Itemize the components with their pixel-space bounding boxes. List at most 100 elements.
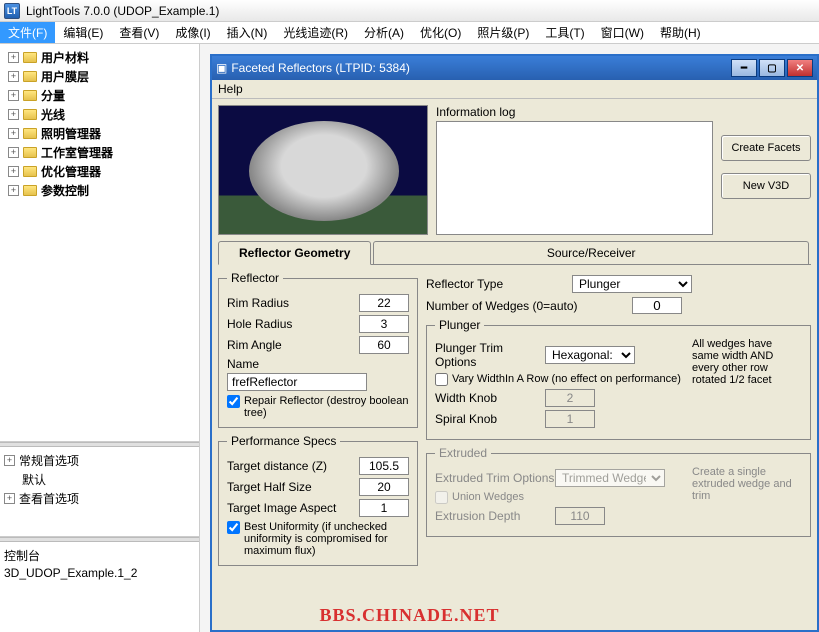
reflector-legend: Reflector [227,271,283,285]
tree-label: 分量 [41,87,65,104]
child-menubar: Help [212,80,817,99]
tree-label: 工作室管理器 [41,144,113,161]
folder-icon [23,71,37,82]
expand-icon[interactable]: + [4,455,15,466]
menu-window[interactable]: 窗口(W) [593,22,652,43]
tree-item[interactable]: + 工作室管理器 [4,143,195,162]
name-label: Name [227,357,259,371]
close-button[interactable]: ✕ [787,59,813,77]
expand-icon[interactable]: + [8,128,19,139]
info-log[interactable] [436,121,713,235]
menu-optimize[interactable]: 优化(O) [412,22,469,43]
new-v3d-button[interactable]: New V3D [721,173,811,199]
tree-item[interactable]: + 分量 [4,86,195,105]
target-aspect-input[interactable] [359,499,409,517]
console-item[interactable]: 3D_UDOP_Example.1_2 [4,565,195,581]
folder-icon [23,185,37,196]
folder-icon [23,166,37,177]
menu-view[interactable]: 查看(V) [111,22,167,43]
tree-item[interactable]: +照明管理器 [4,124,195,143]
extruded-trim-label: Extruded Trim Options [435,471,555,485]
menu-file[interactable]: 文件(F) [0,22,55,43]
option-item[interactable]: +常规首选项 [4,451,195,470]
console-label: 3D_UDOP_Example.1_2 [4,566,137,580]
plunger-note: All wedges have same width AND every oth… [692,338,802,386]
vary-width-label: Vary WidthIn A Row (no effect on perform… [452,373,681,385]
expand-icon[interactable]: + [8,71,19,82]
num-wedges-input[interactable] [632,297,682,314]
tab-source-receiver[interactable]: Source/Receiver [373,241,809,264]
content-area: ▣ Faceted Reflectors (LTPID: 5384) ━ ▢ ✕… [200,44,819,632]
tab-reflector-geometry[interactable]: Reflector Geometry [218,241,371,265]
folder-icon [23,90,37,101]
child-title: Faceted Reflectors (LTPID: 5384) [231,61,729,75]
target-dist-input[interactable] [359,457,409,475]
plunger-legend: Plunger [435,318,484,332]
menu-photo[interactable]: 照片级(P) [469,22,537,43]
child-menu-help[interactable]: Help [218,82,243,96]
repair-label: Repair Reflector (destroy boolean tree) [244,395,409,419]
expand-icon[interactable]: + [8,166,19,177]
tree-item[interactable]: + 优化管理器 [4,162,195,181]
rim-angle-label: Rim Angle [227,338,359,352]
tree-pane[interactable]: +用户材料 +用户膜层 + 分量 + 光线 +照明管理器 + 工作室管理器 + 优化管理… [0,44,199,442]
reflector-group: Reflector Rim Radius Hole Radius Rim Ang… [218,271,418,428]
tree-item[interactable]: +用户膜层 [4,67,195,86]
folder-icon [23,52,37,63]
info-log-label: Information log [436,105,713,119]
menu-analysis[interactable]: 分析(A) [356,22,412,43]
rim-radius-label: Rim Radius [227,296,359,310]
expand-icon[interactable]: + [8,147,19,158]
repair-checkbox[interactable] [227,395,240,408]
extruded-note: Create a single extruded wedge and trim [692,466,802,502]
expand-icon[interactable]: + [4,493,15,504]
spiral-knob-input [545,410,595,428]
extruded-trim-select: Trimmed Wedge [555,469,665,487]
menu-tools[interactable]: 工具(T) [537,22,592,43]
tree-item[interactable]: +参数控制 [4,181,195,200]
maximize-button[interactable]: ▢ [759,59,785,77]
tabs: Reflector Geometry Source/Receiver [218,241,811,265]
tree-item[interactable]: + 光线 [4,105,195,124]
tree-item[interactable]: +用户材料 [4,48,195,67]
console-pane[interactable]: 控制台 3D_UDOP_Example.1_2 [0,542,199,632]
hole-radius-label: Hole Radius [227,317,359,331]
folder-icon [23,147,37,158]
plunger-trim-select[interactable]: Hexagonal: [545,346,635,364]
expand-icon[interactable]: + [8,52,19,63]
hole-radius-input[interactable] [359,315,409,333]
rim-radius-input[interactable] [359,294,409,312]
width-knob-input [545,389,595,407]
minimize-button[interactable]: ━ [731,59,757,77]
watermark: BBS.CHINADE.NET [319,605,499,626]
tree-label: 优化管理器 [41,163,101,180]
create-facets-button[interactable]: Create Facets [721,135,811,161]
best-uniformity-checkbox[interactable] [227,521,240,534]
option-item[interactable]: + 查看首选项 [4,489,195,508]
main-titlebar: LT LightTools 7.0.0 (UDOP_Example.1) [0,0,819,22]
console-label: 控制台 [4,547,40,564]
union-wedges-checkbox [435,491,448,504]
menu-image[interactable]: 成像(I) [167,22,218,43]
menu-help[interactable]: 帮助(H) [652,22,709,43]
target-dist-label: Target distance (Z) [227,459,359,473]
vary-width-checkbox[interactable] [435,373,448,386]
extruded-group: Extruded Extruded Trim OptionsTrimmed We… [426,446,811,537]
expand-icon[interactable]: + [8,185,19,196]
option-label: 查看首选项 [19,490,79,507]
menu-insert[interactable]: 插入(N) [219,22,276,43]
rim-angle-input[interactable] [359,336,409,354]
console-item[interactable]: 控制台 [4,546,195,565]
target-half-input[interactable] [359,478,409,496]
expand-icon[interactable]: + [8,109,19,120]
menu-edit[interactable]: 编辑(E) [55,22,111,43]
tree-label: 光线 [41,106,65,123]
name-input[interactable] [227,373,367,391]
reflector-type-select[interactable]: Plunger [572,275,692,293]
menu-raytrace[interactable]: 光线追迹(R) [275,22,356,43]
child-titlebar[interactable]: ▣ Faceted Reflectors (LTPID: 5384) ━ ▢ ✕ [212,56,817,80]
expand-icon[interactable]: + [8,90,19,101]
options-pane[interactable]: +常规首选项 默认 + 查看首选项 [0,447,199,537]
option-item[interactable]: 默认 [4,470,195,489]
extrusion-depth-label: Extrusion Depth [435,509,555,523]
